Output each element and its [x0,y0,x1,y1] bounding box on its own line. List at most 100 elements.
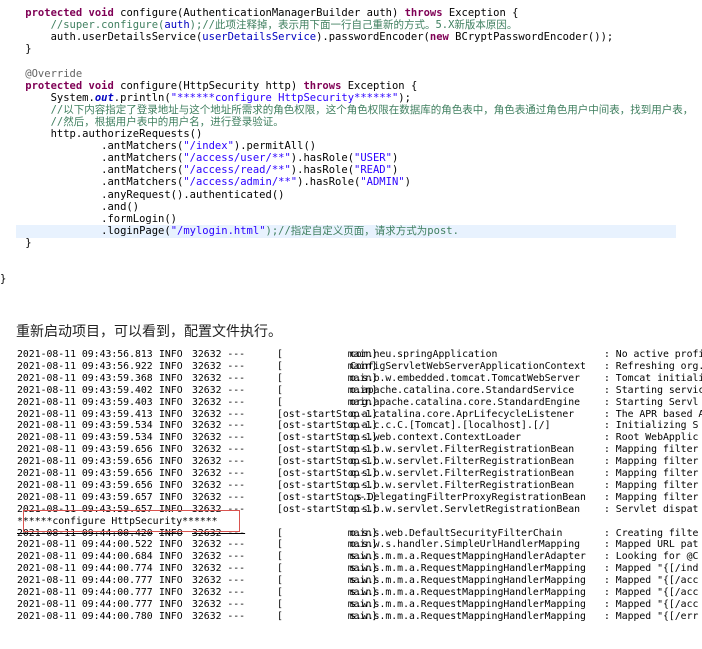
code-token: ) [391,164,399,177]
log-level: INFO [159,598,183,610]
code-token: //以下内容指定了登录地址与这个地址所需求的角色权限，这个角色权限在数据库的角色… [0,103,694,116]
code-token: //然后，根据用户表中的用户名，进行登录验证。 [0,115,284,128]
log-pid: 32632 --- [192,384,246,396]
log-message: : Starting servic [604,384,702,396]
log-logger: o.s.b.w.embedded.tomcat.TomcatWebServer [350,372,581,384]
log-logger: s.w.s.m.m.a.RequestMappingHandlerMapping [350,575,586,587]
log-message: : Mapping filter [604,468,699,479]
log-timestamp: 2021-08-11 09:43:59.656 [17,444,153,456]
log-level: INFO [159,610,183,622]
code-token: Exception { [442,7,519,19]
log-line: 2021-08-11 09:43:59.656 INFO 32632 --- [ost… [17,468,702,480]
log-pid: 32632 --- [192,598,246,610]
log-line: 2021-08-11 09:43:56.922 INFO 32632 ---[ ma… [17,361,702,373]
log-message: : The APR based A [604,408,702,420]
caption-text: 重新启动项目，可以看到，配置文件执行。 [16,324,282,340]
code-token: ) [391,152,399,165]
log-level: INFO [159,444,183,456]
code-line: } [0,273,702,286]
code-line: .antMatchers("/access/admin/**").hasRole… [0,176,702,189]
log-logger: o.s.w.s.handler.SimpleUrlHandlerMapping [350,539,581,551]
log-message: : Mapped "{[/acc [604,575,699,587]
code-token: "******configure HttpSecurity******" [170,91,399,104]
log-timestamp: 2021-08-11 09:44:00.777 [17,587,153,598]
code-token: "ADMIN" [360,176,405,189]
log-pid: 32632 --- [192,432,246,444]
log-line: 2021-08-11 09:43:59.656 INFO 32632 --- [ost… [17,456,702,468]
log-timestamp: 2021-08-11 09:43:59.657 [17,491,153,503]
code-token: new [429,31,449,44]
log-message: : Mapping filter [604,444,699,456]
log-pid: 32632 --- [192,408,246,420]
code-line: } [0,43,702,56]
code-token: BCryptPasswordEncoder()); [448,31,614,44]
code-token: } [0,273,7,286]
log-level: INFO [159,384,183,396]
code-token: );//此项注释掉，表示用下面一行自己重新的方式。5.X新版本原因。 [189,19,518,32]
code-token: void [88,79,114,92]
code-token: .and() [0,200,140,213]
code-token: Exception { [341,79,418,92]
log-timestamp: 2021-08-11 09:43:59.368 [17,372,153,384]
log-timestamp: 2021-08-11 09:43:59.656 [17,479,153,491]
log-message: : Mapping filter [604,491,699,503]
log-message: : Mapping filter [604,456,699,468]
code-token: } [0,236,32,249]
log-pid: 32632 --- [192,444,246,456]
code-token: configure(AuthenticationManagerBuilder a… [113,7,405,19]
code-line: protected void configure(HttpSecurity ht… [0,80,702,93]
code-token: );//指定自定义页面，请求方式为post. [265,224,459,237]
code-token: .formLogin() [0,212,178,225]
log-level: INFO [159,408,183,420]
log-timestamp: 2021-08-11 09:43:59.534 [17,432,153,444]
log-pid: 32632 --- [192,468,246,479]
code-token: "USER" [354,152,392,165]
log-message: : Mapped "{[/ind [604,563,699,575]
log-logger: o.s.b.w.servlet.FilterRegistrationBean [350,479,575,491]
log-level: INFO [159,479,183,491]
log-line: 2021-08-11 09:44:00.684 INFO 32632 ---[ ma… [17,551,702,563]
log-line: 2021-08-11 09:44:00.522 INFO 32632 ---[ ma… [17,539,702,551]
log-level: INFO [159,491,183,503]
log-level: INFO [159,468,183,479]
code-token: "/access/read/**" [183,164,291,177]
code-token: protected [0,7,89,19]
highlight-box [23,510,240,532]
code-token: .antMatchers( [0,176,184,189]
code-token: "/access/user/**" [183,152,291,165]
code-line: } [0,237,702,250]
code-token: out [94,91,114,104]
log-line: 2021-08-11 09:44:00.777 INFO 32632 ---[ ma… [17,587,702,599]
log-message: : Looking for @C [604,551,699,563]
log-level: INFO [159,349,183,360]
code-line: .and() [0,201,702,214]
log-line: 2021-08-11 09:44:00.774 INFO 32632 ---[ ma… [17,563,702,575]
code-line: //super.configure(auth);//此项注释掉，表示用下面一行自… [0,19,702,32]
code-line: .loginPage("/mylogin.html");//指定自定义页面，请求… [16,224,676,238]
code-token: ).permitAll() [233,140,317,153]
log-line: 2021-08-11 09:43:59.403 INFO 32632 ---[ ma… [17,397,702,409]
code-token: ) [404,176,411,189]
log-message: : Tomcat initiali [604,372,702,384]
log-pid: 32632 --- [192,372,246,384]
log-logger: o.s.b.w.servlet.FilterRegistrationBean [350,456,575,468]
code-line: .anyRequest().authenticated() [0,189,702,202]
log-logger: o.a.c.c.C.[Tomcat].[localhost].[/] [350,420,551,432]
log-logger: o.s.web.context.ContextLoader [350,432,522,444]
code-token: .antMatchers( [0,164,184,177]
code-line: //以下内容指定了登录地址与这个地址所需求的角色权限，这个角色权限在数据库的角色… [0,104,702,117]
console-output: 2021-08-11 09:43:56.813 INFO 32632 ---[ ma… [0,344,702,634]
code-token: throws [404,7,443,19]
log-line: 2021-08-11 09:43:59.413 INFO 32632 --- [ost… [17,409,702,421]
log-level: INFO [159,575,183,587]
log-line: 2021-08-11 09:43:56.813 INFO 32632 ---[ ma… [17,349,702,361]
log-timestamp: 2021-08-11 09:43:56.922 [17,360,153,372]
log-message: : Creating filte [604,527,699,539]
log-timestamp: 2021-08-11 09:44:00.774 [17,563,153,575]
log-pid: 32632 --- [192,563,246,575]
code-token: ).passwordEncoder( [316,31,430,44]
log-line: 2021-08-11 09:43:59.534 INFO 32632 --- [ost… [17,420,702,432]
log-line: 2021-08-11 09:43:59.534 INFO 32632 --- [ost… [17,432,702,444]
log-logger: org.apache.catalina.core.StandardEngine [350,396,581,408]
